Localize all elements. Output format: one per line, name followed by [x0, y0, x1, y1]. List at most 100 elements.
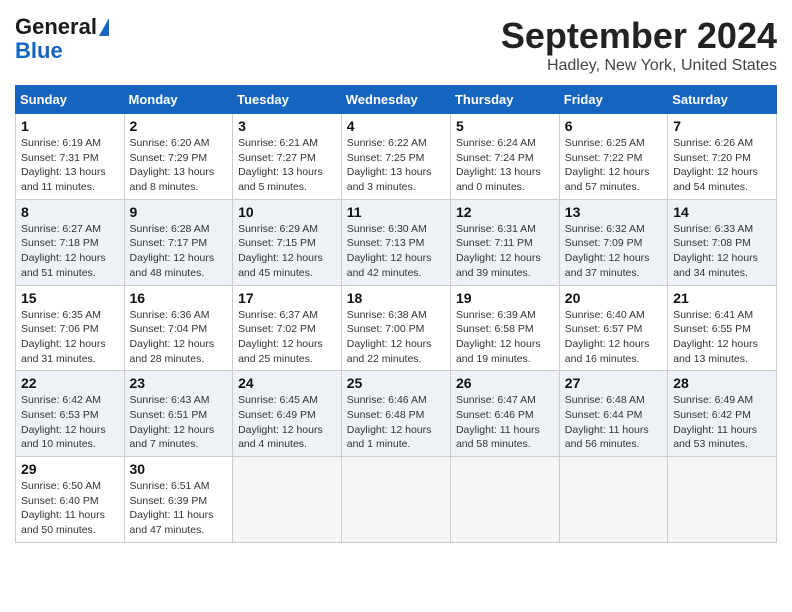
page-header: General Blue September 2024 Hadley, New …	[15, 15, 777, 75]
col-wednesday: Wednesday	[341, 86, 450, 114]
day-info: Sunrise: 6:33 AM Sunset: 7:08 PM Dayligh…	[673, 222, 771, 281]
day-number: 10	[238, 204, 336, 220]
day-info: Sunrise: 6:47 AM Sunset: 6:46 PM Dayligh…	[456, 393, 554, 452]
day-info: Sunrise: 6:48 AM Sunset: 6:44 PM Dayligh…	[565, 393, 662, 452]
day-number: 21	[673, 290, 771, 306]
table-row: 15Sunrise: 6:35 AM Sunset: 7:06 PM Dayli…	[16, 285, 125, 371]
table-row: 30 Sunrise: 6:51 AM Sunset: 6:39 PM Dayli…	[124, 457, 233, 543]
title-section: September 2024 Hadley, New York, United …	[501, 15, 777, 75]
table-row: 22Sunrise: 6:42 AM Sunset: 6:53 PM Dayli…	[16, 371, 125, 457]
day-number: 14	[673, 204, 771, 220]
day-number: 12	[456, 204, 554, 220]
table-row: 2 Sunrise: 6:20 AM Sunset: 7:29 PM Daylig…	[124, 114, 233, 200]
day-number: 17	[238, 290, 336, 306]
day-number: 30	[130, 461, 228, 477]
day-info: Sunrise: 6:27 AM Sunset: 7:18 PM Dayligh…	[21, 222, 119, 281]
location: Hadley, New York, United States	[501, 57, 777, 75]
day-info: Sunrise: 6:46 AM Sunset: 6:48 PM Dayligh…	[347, 393, 445, 452]
table-row: 3 Sunrise: 6:21 AM Sunset: 7:27 PM Daylig…	[233, 114, 342, 200]
table-row: 25 Sunrise: 6:46 AM Sunset: 6:48 PM Dayli…	[341, 371, 450, 457]
day-info: Sunrise: 6:21 AM Sunset: 7:27 PM Dayligh…	[238, 136, 336, 195]
month-title: September 2024	[501, 15, 777, 57]
day-number: 5	[456, 118, 554, 134]
table-row: 18Sunrise: 6:38 AM Sunset: 7:00 PM Dayli…	[341, 285, 450, 371]
day-info: Sunrise: 6:49 AM Sunset: 6:42 PM Dayligh…	[673, 393, 771, 452]
day-number: 8	[21, 204, 119, 220]
day-number: 24	[238, 375, 336, 391]
col-thursday: Thursday	[450, 86, 559, 114]
day-info: Sunrise: 6:24 AM Sunset: 7:24 PM Dayligh…	[456, 136, 554, 195]
logo-text-blue: Blue	[15, 39, 63, 63]
table-row: 1Sunrise: 6:19 AM Sunset: 7:31 PM Daylig…	[16, 114, 125, 200]
day-number: 11	[347, 204, 445, 220]
table-row: 28Sunrise: 6:49 AM Sunset: 6:42 PM Dayli…	[668, 371, 777, 457]
table-row: 14 Sunrise: 6:33 AM Sunset: 7:08 PM Dayli…	[668, 199, 777, 285]
day-number: 13	[565, 204, 662, 220]
day-info: Sunrise: 6:41 AM Sunset: 6:55 PM Dayligh…	[673, 308, 771, 367]
logo-triangle-icon	[99, 18, 109, 36]
table-row: 12 Sunrise: 6:31 AM Sunset: 7:11 PM Dayli…	[450, 199, 559, 285]
day-number: 26	[456, 375, 554, 391]
day-info: Sunrise: 6:42 AM Sunset: 6:53 PM Dayligh…	[21, 393, 119, 452]
day-number: 9	[130, 204, 228, 220]
day-info: Sunrise: 6:28 AM Sunset: 7:17 PM Dayligh…	[130, 222, 228, 281]
day-info: Sunrise: 6:51 AM Sunset: 6:39 PM Dayligh…	[130, 479, 228, 538]
day-number: 29	[21, 461, 119, 477]
day-number: 3	[238, 118, 336, 134]
calendar-row: 22Sunrise: 6:42 AM Sunset: 6:53 PM Dayli…	[16, 371, 777, 457]
day-info: Sunrise: 6:38 AM Sunset: 7:00 PM Dayligh…	[347, 308, 445, 367]
table-row	[559, 457, 667, 543]
day-number: 23	[130, 375, 228, 391]
day-info: Sunrise: 6:25 AM Sunset: 7:22 PM Dayligh…	[565, 136, 662, 195]
table-row	[668, 457, 777, 543]
day-info: Sunrise: 6:50 AM Sunset: 6:40 PM Dayligh…	[21, 479, 119, 538]
day-info: Sunrise: 6:39 AM Sunset: 6:58 PM Dayligh…	[456, 308, 554, 367]
day-info: Sunrise: 6:30 AM Sunset: 7:13 PM Dayligh…	[347, 222, 445, 281]
calendar-row: 8 Sunrise: 6:27 AM Sunset: 7:18 PM Daylig…	[16, 199, 777, 285]
calendar-header-row: Sunday Monday Tuesday Wednesday Thursday…	[16, 86, 777, 114]
table-row: 6 Sunrise: 6:25 AM Sunset: 7:22 PM Daylig…	[559, 114, 667, 200]
day-info: Sunrise: 6:45 AM Sunset: 6:49 PM Dayligh…	[238, 393, 336, 452]
table-row: 24 Sunrise: 6:45 AM Sunset: 6:49 PM Dayli…	[233, 371, 342, 457]
day-info: Sunrise: 6:36 AM Sunset: 7:04 PM Dayligh…	[130, 308, 228, 367]
day-info: Sunrise: 6:29 AM Sunset: 7:15 PM Dayligh…	[238, 222, 336, 281]
calendar-row: 1Sunrise: 6:19 AM Sunset: 7:31 PM Daylig…	[16, 114, 777, 200]
table-row: 9 Sunrise: 6:28 AM Sunset: 7:17 PM Daylig…	[124, 199, 233, 285]
day-number: 4	[347, 118, 445, 134]
day-number: 20	[565, 290, 662, 306]
col-sunday: Sunday	[16, 86, 125, 114]
col-monday: Monday	[124, 86, 233, 114]
col-saturday: Saturday	[668, 86, 777, 114]
table-row: 10 Sunrise: 6:29 AM Sunset: 7:15 PM Dayli…	[233, 199, 342, 285]
table-row: 26 Sunrise: 6:47 AM Sunset: 6:46 PM Dayli…	[450, 371, 559, 457]
col-friday: Friday	[559, 86, 667, 114]
table-row: 8 Sunrise: 6:27 AM Sunset: 7:18 PM Daylig…	[16, 199, 125, 285]
day-info: Sunrise: 6:37 AM Sunset: 7:02 PM Dayligh…	[238, 308, 336, 367]
table-row: 13 Sunrise: 6:32 AM Sunset: 7:09 PM Dayli…	[559, 199, 667, 285]
table-row: 19Sunrise: 6:39 AM Sunset: 6:58 PM Dayli…	[450, 285, 559, 371]
day-info: Sunrise: 6:19 AM Sunset: 7:31 PM Dayligh…	[21, 136, 119, 195]
day-info: Sunrise: 6:43 AM Sunset: 6:51 PM Dayligh…	[130, 393, 228, 452]
table-row	[233, 457, 342, 543]
day-number: 2	[130, 118, 228, 134]
table-row: 29 Sunrise: 6:50 AM Sunset: 6:40 PM Dayli…	[16, 457, 125, 543]
table-row	[341, 457, 450, 543]
day-number: 6	[565, 118, 662, 134]
day-info: Sunrise: 6:31 AM Sunset: 7:11 PM Dayligh…	[456, 222, 554, 281]
day-info: Sunrise: 6:32 AM Sunset: 7:09 PM Dayligh…	[565, 222, 662, 281]
day-number: 27	[565, 375, 662, 391]
table-row: 20 Sunrise: 6:40 AM Sunset: 6:57 PM Dayli…	[559, 285, 667, 371]
day-info: Sunrise: 6:40 AM Sunset: 6:57 PM Dayligh…	[565, 308, 662, 367]
day-number: 16	[130, 290, 228, 306]
logo-text-general: General	[15, 15, 97, 39]
day-number: 15	[21, 290, 119, 306]
day-number: 25	[347, 375, 445, 391]
day-info: Sunrise: 6:20 AM Sunset: 7:29 PM Dayligh…	[130, 136, 228, 195]
day-info: Sunrise: 6:22 AM Sunset: 7:25 PM Dayligh…	[347, 136, 445, 195]
table-row: 11 Sunrise: 6:30 AM Sunset: 7:13 PM Dayli…	[341, 199, 450, 285]
day-info: Sunrise: 6:26 AM Sunset: 7:20 PM Dayligh…	[673, 136, 771, 195]
table-row	[450, 457, 559, 543]
table-row: 16 Sunrise: 6:36 AM Sunset: 7:04 PM Dayli…	[124, 285, 233, 371]
table-row: 17 Sunrise: 6:37 AM Sunset: 7:02 PM Dayli…	[233, 285, 342, 371]
table-row: 21 Sunrise: 6:41 AM Sunset: 6:55 PM Dayli…	[668, 285, 777, 371]
